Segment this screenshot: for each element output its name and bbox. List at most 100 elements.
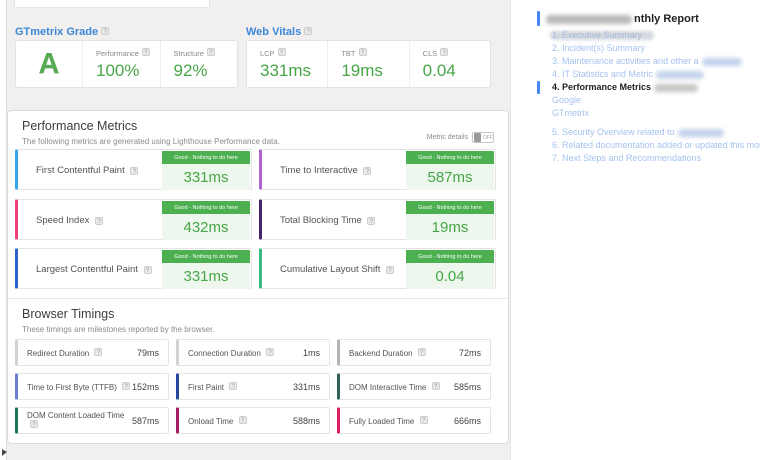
help-icon[interactable]: ? bbox=[420, 416, 428, 424]
help-icon[interactable]: ? bbox=[94, 348, 102, 356]
tbt-cell: TBT? 19ms bbox=[327, 41, 408, 87]
help-icon[interactable]: ? bbox=[278, 48, 286, 56]
outline-item-next-steps[interactable]: 7. Next Steps and Recommendations bbox=[552, 152, 757, 165]
help-icon[interactable]: ? bbox=[367, 217, 375, 225]
help-icon[interactable]: ? bbox=[386, 266, 394, 274]
cls-value: 0.04 bbox=[423, 61, 490, 81]
outline-title-indicator bbox=[537, 11, 540, 26]
redacted-text bbox=[550, 31, 654, 40]
help-icon[interactable]: ? bbox=[239, 416, 247, 424]
timing-label: Fully Loaded Time ? bbox=[349, 416, 454, 426]
timing-value: 79ms bbox=[137, 348, 159, 358]
help-icon[interactable]: ? bbox=[229, 382, 237, 390]
help-icon[interactable]: ? bbox=[304, 27, 312, 35]
tbt-value: 19ms bbox=[341, 61, 408, 81]
metric-value: 19ms bbox=[406, 214, 494, 240]
timing-label: Redirect Duration ? bbox=[27, 348, 137, 358]
lcp-label: LCP? bbox=[260, 48, 327, 58]
timing-card-connection: Connection Duration ? 1ms bbox=[176, 339, 330, 366]
timing-value: 666ms bbox=[454, 416, 481, 426]
outline-item-incidents-summary[interactable]: 2. Incident(s) Summary bbox=[552, 42, 757, 55]
lcp-cell: LCP? 331ms bbox=[247, 41, 327, 87]
timing-label: DOM Content Loaded Time ? bbox=[27, 411, 132, 430]
metric-label: Largest Contentful Paint ? bbox=[36, 249, 152, 290]
performance-score-label: Performance? bbox=[96, 48, 160, 58]
help-icon[interactable]: ? bbox=[122, 382, 130, 390]
document-outline: nthly Report 1. Executive Summary 2. Inc… bbox=[537, 0, 760, 460]
metric-value: 587ms bbox=[406, 164, 494, 190]
timing-value: 72ms bbox=[459, 348, 481, 358]
performance-metrics-title: Performance Metrics bbox=[22, 119, 137, 133]
cursor-mark bbox=[2, 449, 7, 456]
help-icon[interactable]: ? bbox=[130, 167, 138, 175]
redacted-text bbox=[656, 71, 704, 79]
structure-score-label: Structure? bbox=[174, 48, 238, 58]
help-icon[interactable]: ? bbox=[207, 48, 215, 56]
gtmetrix-grade-link[interactable]: GTmetrix Grade? bbox=[15, 26, 109, 38]
metric-label: First Contentful Paint ? bbox=[36, 150, 138, 191]
timing-value: 331ms bbox=[293, 382, 320, 392]
help-icon[interactable]: ? bbox=[95, 217, 103, 225]
outline-list: 1. Executive Summary 2. Incident(s) Summ… bbox=[552, 29, 757, 165]
help-icon[interactable]: ? bbox=[30, 420, 38, 428]
cls-label: CLS? bbox=[423, 48, 490, 58]
web-vitals-link[interactable]: Web Vitals? bbox=[246, 26, 312, 38]
performance-score-value: 100% bbox=[96, 61, 160, 81]
status-badge: Good - Nothing to do here bbox=[406, 151, 494, 164]
tbt-label: TBT? bbox=[341, 48, 408, 58]
redacted-text bbox=[546, 15, 632, 24]
help-icon[interactable]: ? bbox=[440, 48, 448, 56]
timing-label: Connection Duration ? bbox=[188, 348, 303, 358]
help-icon[interactable]: ? bbox=[432, 382, 440, 390]
toggle-switch[interactable]: OFF bbox=[472, 132, 494, 143]
toggle-label: Metric details bbox=[427, 134, 468, 141]
redacted-text bbox=[678, 129, 724, 137]
timing-card-ttfb: Time to First Byte (TTFB) ? 152ms bbox=[15, 373, 169, 400]
document-title: nthly Report bbox=[546, 13, 699, 25]
timing-label: First Paint ? bbox=[188, 382, 293, 392]
timing-value: 152ms bbox=[132, 382, 159, 392]
metric-details-toggle[interactable]: Metric details OFF bbox=[427, 132, 494, 143]
help-icon[interactable]: ? bbox=[418, 348, 426, 356]
timing-card-fully-loaded: Fully Loaded Time ? 666ms bbox=[337, 407, 491, 434]
help-icon[interactable]: ? bbox=[363, 167, 371, 175]
timing-card-first-paint: First Paint ? 331ms bbox=[176, 373, 330, 400]
help-icon[interactable]: ? bbox=[142, 48, 150, 56]
metric-label: Total Blocking Time ? bbox=[280, 200, 375, 241]
help-icon[interactable]: ? bbox=[144, 266, 152, 274]
metric-card-tti: Time to Interactive ? Good - Nothing to … bbox=[259, 149, 496, 190]
outline-active-indicator bbox=[537, 81, 540, 94]
metric-label: Cumulative Layout Shift ? bbox=[280, 249, 394, 290]
outline-item-maintenance[interactable]: 3. Maintenance activities and other a bbox=[552, 55, 757, 68]
browser-timings-title: Browser Timings bbox=[22, 307, 114, 321]
outline-item-related-documentation[interactable]: 6. Related documentation added or update… bbox=[552, 139, 757, 152]
metric-value: 432ms bbox=[162, 214, 250, 240]
timing-card-backend: Backend Duration ? 72ms bbox=[337, 339, 491, 366]
help-icon[interactable]: ? bbox=[359, 48, 367, 56]
outline-item-google[interactable]: Google bbox=[552, 94, 757, 107]
redacted-text bbox=[654, 84, 698, 92]
browser-timings-subtitle: These timings are milestones reported by… bbox=[22, 325, 215, 334]
performance-metrics-subtitle: The following metrics are generated usin… bbox=[22, 137, 280, 146]
toggle-knob-icon bbox=[474, 133, 481, 142]
help-icon[interactable]: ? bbox=[266, 348, 274, 356]
performance-score-cell: Performance? 100% bbox=[82, 41, 160, 87]
timing-card-dom-interactive: DOM Interactive Time ? 585ms bbox=[337, 373, 491, 400]
cls-cell: CLS? 0.04 bbox=[409, 41, 490, 87]
outline-item-executive-summary[interactable]: 1. Executive Summary bbox=[552, 29, 757, 42]
status-badge: Good - Nothing to do here bbox=[406, 250, 494, 263]
outline-item-gtmetrix[interactable]: GTmetrix bbox=[552, 107, 757, 120]
web-vitals-card: LCP? 331ms TBT? 19ms CLS? 0.04 bbox=[246, 40, 491, 88]
grade-letter: A bbox=[39, 48, 60, 81]
gtmetrix-grade-label: GTmetrix Grade bbox=[15, 26, 98, 38]
timing-value: 585ms bbox=[454, 382, 481, 392]
outline-item-performance-metrics[interactable]: 4. Performance Metrics bbox=[552, 81, 757, 94]
screen: GTmetrix Grade? Web Vitals? A Performanc… bbox=[0, 0, 760, 460]
section-divider bbox=[8, 298, 508, 299]
timing-value: 587ms bbox=[132, 416, 159, 426]
status-badge: Good - Nothing to do here bbox=[406, 201, 494, 214]
outline-item-it-statistics[interactable]: 4. IT Statistics and Metric bbox=[552, 68, 757, 81]
timing-label: DOM Interactive Time ? bbox=[349, 382, 454, 392]
help-icon[interactable]: ? bbox=[101, 27, 109, 35]
outline-item-security-overview[interactable]: 5. Security Overview related to bbox=[552, 126, 757, 139]
